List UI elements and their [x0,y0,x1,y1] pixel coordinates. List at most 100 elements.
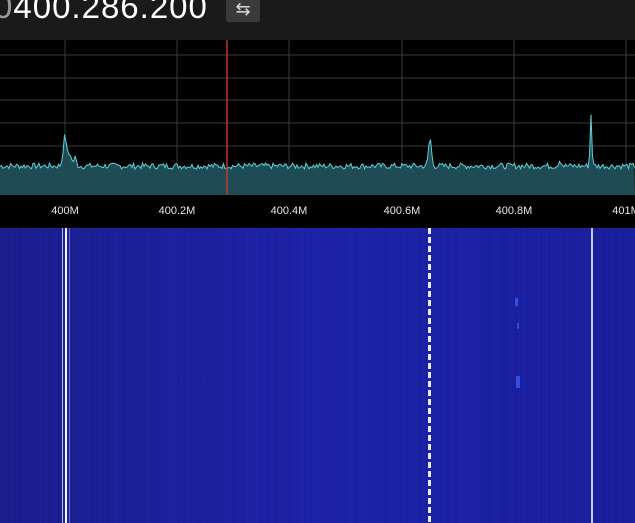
noise-streak [410,228,411,523]
swap-arrows-icon: ⇆ [235,0,251,19]
noise-streak [38,228,39,523]
waterfall-blip [515,298,518,306]
noise-streak [54,228,55,523]
spectrum-fill-area [0,114,635,195]
noise-streak [368,228,369,523]
noise-streak [268,228,269,523]
noise-streak [570,228,571,523]
noise-streak [558,228,559,523]
noise-streak [2,228,3,523]
axis-label-400-6m: 400.6M [383,205,421,217]
noise-streak [64,228,65,523]
noise-streak [616,228,617,523]
noise-streak [470,228,471,523]
waterfall-pulsed-signal [428,255,431,261]
noise-streak [266,228,267,523]
noise-streak [510,228,511,523]
noise-streak [224,228,225,523]
noise-streak [118,228,119,523]
noise-streak [358,228,359,523]
swap-button[interactable]: ⇆ [226,0,260,22]
noise-streak [348,228,349,523]
spectrum-plot[interactable] [0,40,635,195]
axis-label-400-8m: 400.8M [495,205,533,217]
noise-streak [96,228,97,523]
noise-streak [240,228,241,523]
noise-streak [252,228,253,523]
waterfall-pulsed-signal [428,408,431,414]
noise-streak [150,228,151,523]
noise-streak [598,228,599,523]
noise-streak [4,228,5,523]
noise-streak [206,228,207,523]
noise-streak [546,228,547,523]
waterfall-plot[interactable] [0,228,635,523]
noise-streak [232,228,233,523]
noise-streak [192,228,193,523]
noise-streak [288,228,289,523]
noise-streak [120,228,121,523]
waterfall-signal-line [69,228,70,523]
noise-streak [284,228,285,523]
noise-streak [412,228,413,523]
noise-streak [390,228,391,523]
noise-streak [18,228,19,523]
noise-streak [550,228,551,523]
noise-streak [384,228,385,523]
noise-streak [620,228,621,523]
noise-streak [552,228,553,523]
noise-streak [580,228,581,523]
noise-streak [228,228,229,523]
noise-streak [458,228,459,523]
noise-streak [188,228,189,523]
noise-streak [260,228,261,523]
noise-streak [28,228,29,523]
noise-streak [12,228,13,523]
waterfall-display[interactable] [0,228,635,523]
noise-streak [308,228,309,523]
noise-streak [226,228,227,523]
noise-streak [542,228,543,523]
noise-streak [132,228,133,523]
noise-streak [496,228,497,523]
spectrum-display[interactable] [0,40,635,195]
noise-streak [610,228,611,523]
waterfall-pulsed-signal [428,489,431,495]
noise-streak [606,228,607,523]
axis-label-400-2m: 400.2M [158,205,196,217]
noise-streak [70,228,71,523]
noise-streak [508,228,509,523]
noise-streak [490,228,491,523]
noise-streak [212,228,213,523]
noise-streak [502,228,503,523]
noise-streak [10,228,11,523]
noise-streak [90,228,91,523]
noise-streak [48,228,49,523]
noise-streak [122,228,123,523]
frequency-display[interactable]: 0400.286.200 [0,0,208,26]
noise-streak [318,228,319,523]
noise-streak [24,228,25,523]
noise-streak [184,228,185,523]
waterfall-pulsed-signal [428,273,431,279]
noise-streak [586,228,587,523]
noise-streak [534,228,535,523]
noise-streak [512,228,513,523]
noise-streak [292,228,293,523]
noise-streak [528,228,529,523]
noise-streak [518,228,519,523]
noise-streak [500,228,501,523]
noise-streak [270,228,271,523]
noise-streak [340,228,341,523]
noise-streak [250,228,251,523]
noise-streak [198,228,199,523]
noise-streak [186,228,187,523]
noise-streak [218,228,219,523]
noise-streak [338,228,339,523]
noise-streak [476,228,477,523]
noise-streak [396,228,397,523]
noise-streak [194,228,195,523]
noise-streak [322,228,323,523]
noise-streak [178,228,179,523]
noise-streak [484,228,485,523]
